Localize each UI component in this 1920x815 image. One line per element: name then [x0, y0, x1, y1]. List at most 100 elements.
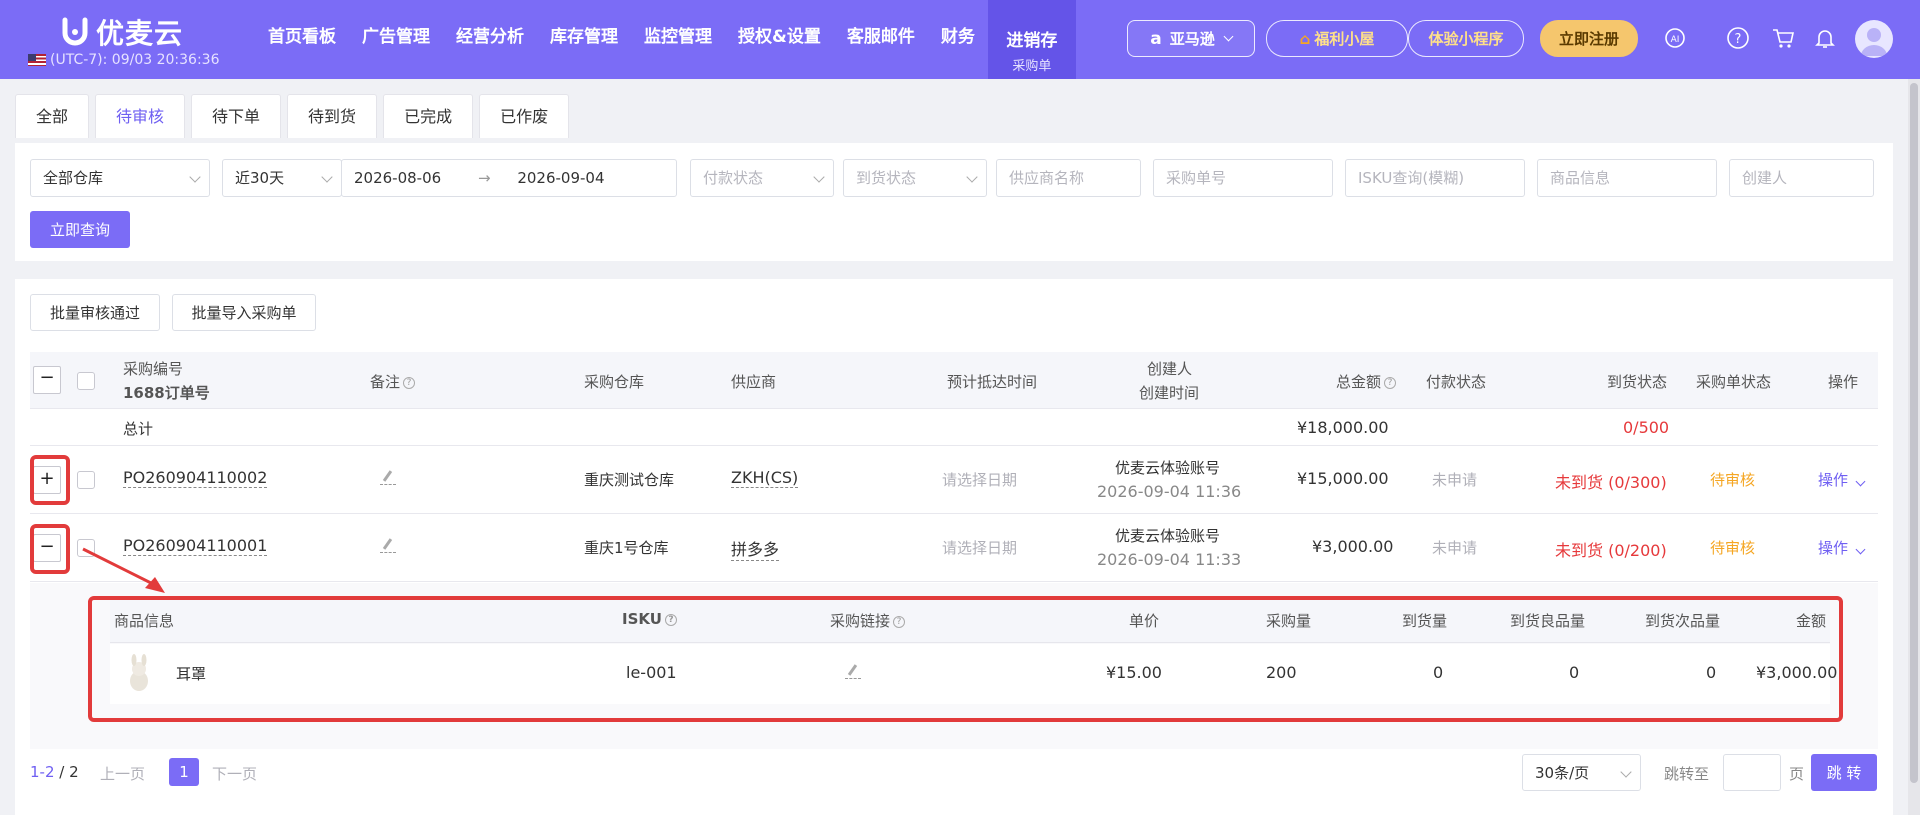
tab-pending-arrival[interactable]: 待到货 [287, 94, 378, 138]
welfare-button[interactable]: ⌂ 福利小屋 [1266, 20, 1408, 57]
table-row: − PO260904110001 重庆1号仓库 拼多多 请选择日期 优麦云体验账… [30, 515, 1878, 582]
eta-picker[interactable]: 请选择日期 [942, 469, 1017, 490]
creator-cell: 优麦云体验账号 [1115, 459, 1221, 477]
marketplace-select[interactable]: a 亚马逊 [1127, 20, 1255, 57]
col-creator: 创建人 [1147, 360, 1193, 378]
summary-row: 总计 ¥18,000.00 0/500 [30, 410, 1878, 446]
query-button[interactable]: 立即查询 [30, 211, 130, 248]
tab-voided[interactable]: 已作废 [479, 94, 570, 138]
purchase-order-list: 批量审核通过 批量导入采购单 − 采购编号 1688订单号 备注? 采购仓库 供… [15, 279, 1893, 815]
miniapp-button[interactable]: 体验小程序 [1408, 20, 1524, 57]
arrival-status-select[interactable]: 到货状态 [843, 159, 987, 197]
row-ops-label: 操作 [1818, 539, 1849, 557]
pay-status-cell: 未申请 [1432, 539, 1478, 557]
supplier-link[interactable]: ZKH(CS) [731, 468, 799, 488]
goto-button[interactable]: 跳 转 [1811, 754, 1877, 791]
goto-page-input[interactable] [1723, 754, 1781, 791]
nav-item-settings[interactable]: 授权&设置 [725, 0, 834, 79]
supplier-input[interactable]: 供应商名称 [996, 159, 1141, 197]
nav-item-email[interactable]: 客服邮件 [834, 0, 928, 79]
arrow-right-icon: → [477, 169, 491, 187]
product-info-input[interactable]: 商品信息 [1537, 159, 1717, 197]
highlight-box-expand [30, 455, 70, 505]
main-nav: 首页看板 广告管理 经营分析 库存管理 监控管理 授权&设置 客服邮件 财务 进… [255, 0, 1076, 79]
nav-item-finance[interactable]: 财务 [928, 0, 988, 79]
date-range-preset-value: 近30天 [235, 169, 285, 187]
date-range-preset-select[interactable]: 近30天 [222, 159, 342, 197]
date-start-value: 2026-08-06 [354, 169, 442, 187]
user-avatar[interactable] [1855, 20, 1893, 58]
isku-input[interactable]: ISKU查询(模糊) [1345, 159, 1525, 197]
chevron-down-icon [966, 171, 978, 183]
row-checkbox[interactable] [77, 471, 95, 489]
tab-completed[interactable]: 已完成 [383, 94, 474, 138]
nav-item-analytics[interactable]: 经营分析 [443, 0, 537, 79]
supplier-link[interactable]: 拼多多 [731, 536, 780, 561]
col-eta: 预计抵达时间 [947, 373, 1038, 391]
total-cell: ¥15,000.00 [1297, 469, 1389, 488]
ai-assistant-icon[interactable]: AI [1662, 25, 1688, 51]
table-row: + PO260904110002 重庆测试仓库 ZKH(CS) 请选择日期 优麦… [30, 447, 1878, 514]
chevron-down-icon [1223, 31, 1234, 42]
cart-icon[interactable] [1770, 25, 1796, 51]
arrival-status-placeholder: 到货状态 [856, 169, 917, 187]
nav-item-dashboard[interactable]: 首页看板 [255, 0, 349, 79]
creator-input[interactable]: 创建人 [1729, 159, 1874, 197]
col-supplier: 供应商 [731, 373, 777, 391]
help-icon[interactable]: ? [1725, 25, 1751, 51]
page-scrollbar[interactable] [1908, 79, 1920, 815]
pay-status-cell: 未申请 [1432, 471, 1478, 489]
amazon-icon: a [1150, 28, 1162, 49]
remark-edit-icon[interactable] [380, 469, 396, 489]
svg-text:AI: AI [1671, 35, 1680, 45]
select-all-checkbox[interactable] [77, 372, 95, 390]
batch-import-button[interactable]: 批量导入采购单 [172, 294, 316, 331]
marketplace-label: 亚马逊 [1169, 30, 1215, 48]
brand-logo[interactable]: 优麦云 [60, 12, 183, 52]
timezone-text: (UTC-7): 09/03 20:36:36 [50, 52, 220, 68]
po-number-link[interactable]: PO260904110002 [123, 468, 268, 488]
top-header: 优麦云 (UTC-7): 09/03 20:36:36 首页看板 广告管理 经营… [0, 0, 1920, 79]
row-ops-dropdown[interactable]: 操作 [1818, 537, 1866, 558]
prev-page-button[interactable]: 上一页 [100, 763, 145, 784]
bell-icon[interactable] [1812, 25, 1838, 51]
eta-picker[interactable]: 请选择日期 [942, 537, 1017, 558]
tab-pending-order[interactable]: 待下单 [191, 94, 282, 138]
warehouse-select[interactable]: 全部仓库 [30, 159, 210, 197]
nav-item-ads[interactable]: 广告管理 [349, 0, 443, 79]
nav-item-inventory[interactable]: 库存管理 [537, 0, 631, 79]
nav-item-purchase[interactable]: 进销存 采购单 [987, 0, 1076, 79]
page-1-button[interactable]: 1 [169, 758, 199, 786]
total-cell: ¥3,000.00 [1312, 537, 1394, 556]
po-status-badge: 待审核 [1710, 471, 1756, 489]
col-total-label: 总金额 [1336, 373, 1382, 391]
col-created-at: 创建时间 [1139, 384, 1200, 402]
po-status-badge: 待审核 [1710, 539, 1756, 557]
date-range-picker[interactable]: 2026-08-06 → 2026-09-04 [341, 159, 677, 197]
tab-pending-review[interactable]: 待审核 [95, 94, 186, 138]
summary-total: ¥18,000.00 [1297, 418, 1389, 437]
po-number-input[interactable]: 采购单号 [1153, 159, 1333, 197]
warehouse-select-value: 全部仓库 [43, 169, 104, 187]
row-ops-dropdown[interactable]: 操作 [1818, 469, 1866, 490]
highlight-box-collapse [30, 524, 70, 574]
nav-item-monitor[interactable]: 监控管理 [631, 0, 725, 79]
remark-edit-icon[interactable] [380, 537, 396, 557]
tab-all[interactable]: 全部 [15, 94, 90, 138]
us-flag-icon [28, 54, 46, 66]
next-page-button[interactable]: 下一页 [212, 763, 257, 784]
pay-status-select[interactable]: 付款状态 [690, 159, 834, 197]
page-size-select[interactable]: 30条/页 [1522, 754, 1641, 791]
register-button[interactable]: 立即注册 [1540, 20, 1638, 57]
arrival-status-cell: 未到货 (0/200) [1555, 541, 1667, 560]
date-end-value: 2026-09-04 [517, 169, 605, 187]
chevron-down-icon [1855, 544, 1866, 555]
arrival-status-cell: 未到货 (0/300) [1555, 473, 1667, 492]
brand-name: 优麦云 [96, 17, 184, 50]
created-at-cell: 2026-09-04 11:33 [1097, 550, 1242, 569]
svg-text:?: ? [1735, 32, 1742, 47]
page-size-value: 30条/页 [1535, 764, 1590, 782]
batch-approve-button[interactable]: 批量审核通过 [30, 294, 160, 331]
table-header: − 采购编号 1688订单号 备注? 采购仓库 供应商 预计抵达时间 创建人 创… [30, 352, 1878, 409]
collapse-all-toggle[interactable]: − [33, 366, 61, 394]
